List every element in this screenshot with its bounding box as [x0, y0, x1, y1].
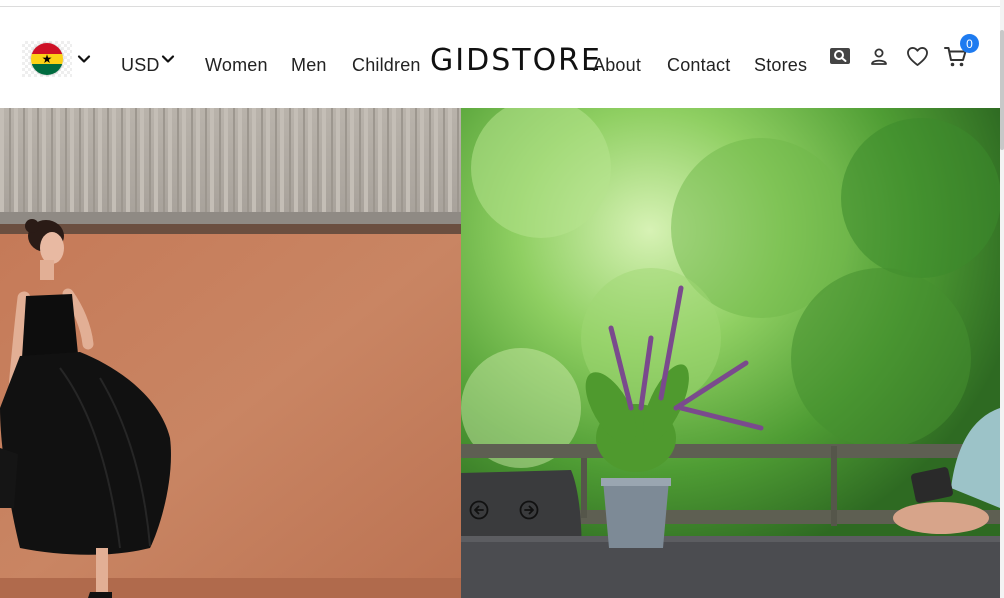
nav-children[interactable]: Children [352, 55, 421, 76]
currency-selector[interactable]: USD [121, 55, 160, 76]
search-icon [830, 48, 850, 64]
arrow-left-circle-icon [469, 500, 489, 520]
slider-prev-button[interactable] [469, 500, 489, 520]
country-selector[interactable]: ★ [22, 41, 72, 77]
slider-next-button[interactable] [519, 500, 539, 520]
user-icon [871, 48, 887, 65]
hero-image-woman-dress [0, 108, 461, 598]
heart-icon [907, 47, 928, 66]
arrow-right-circle-icon [519, 500, 539, 520]
nav-contact[interactable]: Contact [667, 55, 730, 76]
site-header: ★ USD Women Men Children GIDSTORE About … [0, 7, 1000, 108]
hero-slider [0, 108, 1000, 598]
search-button[interactable] [829, 47, 851, 65]
nav-men[interactable]: Men [291, 55, 327, 76]
cart-count-badge: 0 [960, 34, 979, 53]
page-scrollbar-thumb[interactable] [1000, 30, 1004, 150]
nav-women[interactable]: Women [205, 55, 268, 76]
wishlist-button[interactable] [906, 46, 929, 67]
page: ★ USD Women Men Children GIDSTORE About … [0, 0, 1004, 598]
site-logo[interactable]: GIDSTORE [430, 43, 602, 78]
chevron-down-icon[interactable] [77, 52, 91, 66]
ghana-flag-icon: ★ [31, 43, 63, 75]
hero-image-plant-terrace [461, 108, 1000, 598]
nav-about[interactable]: About [593, 55, 641, 76]
currency-label: USD [121, 55, 160, 75]
chevron-down-icon[interactable] [161, 52, 175, 66]
account-button[interactable] [869, 47, 889, 67]
nav-stores[interactable]: Stores [754, 55, 807, 76]
